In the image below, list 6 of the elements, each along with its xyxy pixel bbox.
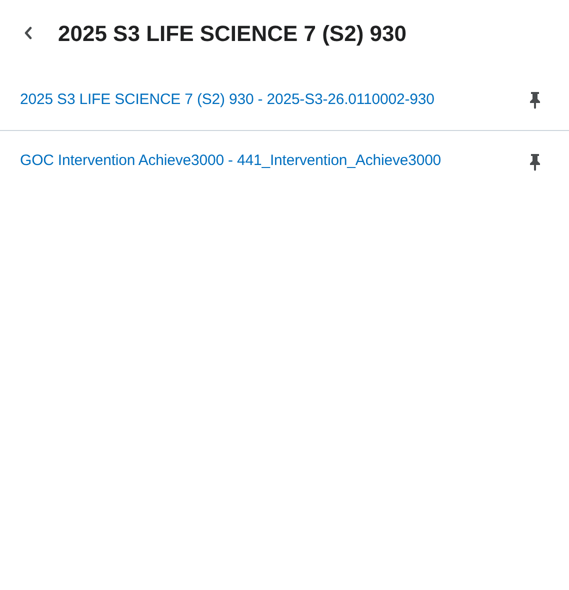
course-link[interactable]: 2025 S3 LIFE SCIENCE 7 (S2) 930 - 2025-S3-26.0110002-930 — [20, 88, 434, 112]
page-title: 2025 S3 LIFE SCIENCE 7 (S2) 930 — [58, 20, 406, 48]
pin-icon[interactable] — [529, 91, 541, 109]
pin-icon[interactable] — [529, 152, 541, 170]
course-link[interactable]: GOC Intervention Achieve3000 - 441_Intervention_Achieve3000 — [20, 150, 442, 173]
back-icon[interactable] — [23, 26, 33, 40]
